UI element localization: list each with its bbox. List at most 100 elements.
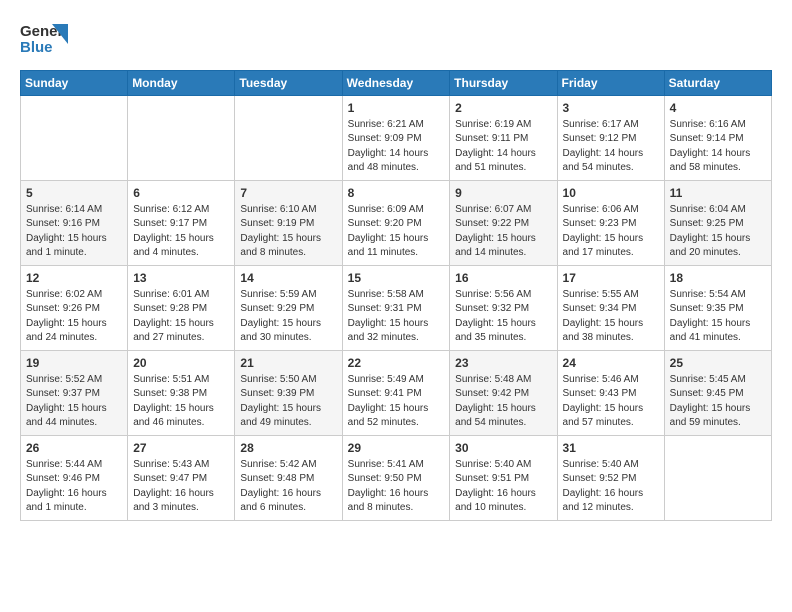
- calendar-cell: [128, 96, 235, 181]
- day-number: 24: [563, 355, 659, 372]
- day-number: 17: [563, 270, 659, 287]
- day-info: Sunrise: 5:43 AM Sunset: 9:47 PM Dayligh…: [133, 458, 229, 516]
- calendar-cell: 8Sunrise: 6:09 AM Sunset: 9:20 PM Daylig…: [342, 181, 450, 266]
- day-number: 25: [670, 355, 766, 372]
- day-number: 22: [348, 355, 445, 372]
- page: General Blue SundayMondayTuesdayWednesda…: [0, 0, 792, 531]
- day-number: 12: [26, 270, 122, 287]
- day-info: Sunrise: 6:21 AM Sunset: 9:09 PM Dayligh…: [348, 118, 445, 176]
- day-number: 20: [133, 355, 229, 372]
- calendar-cell: 20Sunrise: 5:51 AM Sunset: 9:38 PM Dayli…: [128, 351, 235, 436]
- calendar-cell: 23Sunrise: 5:48 AM Sunset: 9:42 PM Dayli…: [450, 351, 557, 436]
- calendar-cell: [664, 436, 771, 521]
- day-number: 7: [240, 185, 336, 202]
- day-info: Sunrise: 6:16 AM Sunset: 9:14 PM Dayligh…: [670, 118, 766, 176]
- day-number: 13: [133, 270, 229, 287]
- calendar: SundayMondayTuesdayWednesdayThursdayFrid…: [20, 70, 772, 521]
- day-info: Sunrise: 5:51 AM Sunset: 9:38 PM Dayligh…: [133, 373, 229, 431]
- calendar-cell: 25Sunrise: 5:45 AM Sunset: 9:45 PM Dayli…: [664, 351, 771, 436]
- calendar-cell: 26Sunrise: 5:44 AM Sunset: 9:46 PM Dayli…: [21, 436, 128, 521]
- day-number: 8: [348, 185, 445, 202]
- calendar-cell: 3Sunrise: 6:17 AM Sunset: 9:12 PM Daylig…: [557, 96, 664, 181]
- calendar-cell: 5Sunrise: 6:14 AM Sunset: 9:16 PM Daylig…: [21, 181, 128, 266]
- svg-text:Blue: Blue: [20, 39, 53, 56]
- day-info: Sunrise: 5:44 AM Sunset: 9:46 PM Dayligh…: [26, 458, 122, 516]
- day-number: 6: [133, 185, 229, 202]
- day-info: Sunrise: 6:04 AM Sunset: 9:25 PM Dayligh…: [670, 203, 766, 261]
- calendar-cell: [21, 96, 128, 181]
- calendar-week-3: 12Sunrise: 6:02 AM Sunset: 9:26 PM Dayli…: [21, 266, 772, 351]
- calendar-cell: 17Sunrise: 5:55 AM Sunset: 9:34 PM Dayli…: [557, 266, 664, 351]
- calendar-cell: 30Sunrise: 5:40 AM Sunset: 9:51 PM Dayli…: [450, 436, 557, 521]
- day-number: 15: [348, 270, 445, 287]
- day-info: Sunrise: 6:12 AM Sunset: 9:17 PM Dayligh…: [133, 203, 229, 261]
- calendar-cell: 22Sunrise: 5:49 AM Sunset: 9:41 PM Dayli…: [342, 351, 450, 436]
- day-info: Sunrise: 5:55 AM Sunset: 9:34 PM Dayligh…: [563, 288, 659, 346]
- col-header-sunday: Sunday: [21, 71, 128, 96]
- calendar-cell: 24Sunrise: 5:46 AM Sunset: 9:43 PM Dayli…: [557, 351, 664, 436]
- col-header-monday: Monday: [128, 71, 235, 96]
- calendar-cell: 10Sunrise: 6:06 AM Sunset: 9:23 PM Dayli…: [557, 181, 664, 266]
- day-info: Sunrise: 6:01 AM Sunset: 9:28 PM Dayligh…: [133, 288, 229, 346]
- day-number: 28: [240, 440, 336, 457]
- header: General Blue: [20, 16, 772, 58]
- calendar-cell: 13Sunrise: 6:01 AM Sunset: 9:28 PM Dayli…: [128, 266, 235, 351]
- day-info: Sunrise: 6:10 AM Sunset: 9:19 PM Dayligh…: [240, 203, 336, 261]
- day-info: Sunrise: 5:46 AM Sunset: 9:43 PM Dayligh…: [563, 373, 659, 431]
- calendar-cell: 2Sunrise: 6:19 AM Sunset: 9:11 PM Daylig…: [450, 96, 557, 181]
- day-number: 2: [455, 100, 551, 117]
- day-number: 29: [348, 440, 445, 457]
- day-info: Sunrise: 5:45 AM Sunset: 9:45 PM Dayligh…: [670, 373, 766, 431]
- day-info: Sunrise: 6:19 AM Sunset: 9:11 PM Dayligh…: [455, 118, 551, 176]
- calendar-cell: 28Sunrise: 5:42 AM Sunset: 9:48 PM Dayli…: [235, 436, 342, 521]
- day-info: Sunrise: 5:42 AM Sunset: 9:48 PM Dayligh…: [240, 458, 336, 516]
- calendar-cell: 4Sunrise: 6:16 AM Sunset: 9:14 PM Daylig…: [664, 96, 771, 181]
- day-number: 14: [240, 270, 336, 287]
- day-number: 31: [563, 440, 659, 457]
- col-header-friday: Friday: [557, 71, 664, 96]
- calendar-cell: 16Sunrise: 5:56 AM Sunset: 9:32 PM Dayli…: [450, 266, 557, 351]
- col-header-thursday: Thursday: [450, 71, 557, 96]
- col-header-tuesday: Tuesday: [235, 71, 342, 96]
- day-number: 26: [26, 440, 122, 457]
- calendar-week-2: 5Sunrise: 6:14 AM Sunset: 9:16 PM Daylig…: [21, 181, 772, 266]
- day-number: 30: [455, 440, 551, 457]
- logo-icon: General Blue: [20, 16, 68, 58]
- day-info: Sunrise: 5:41 AM Sunset: 9:50 PM Dayligh…: [348, 458, 445, 516]
- day-info: Sunrise: 6:07 AM Sunset: 9:22 PM Dayligh…: [455, 203, 551, 261]
- calendar-cell: 7Sunrise: 6:10 AM Sunset: 9:19 PM Daylig…: [235, 181, 342, 266]
- day-number: 4: [670, 100, 766, 117]
- day-info: Sunrise: 5:40 AM Sunset: 9:51 PM Dayligh…: [455, 458, 551, 516]
- calendar-cell: 9Sunrise: 6:07 AM Sunset: 9:22 PM Daylig…: [450, 181, 557, 266]
- day-number: 21: [240, 355, 336, 372]
- day-number: 3: [563, 100, 659, 117]
- day-number: 18: [670, 270, 766, 287]
- calendar-cell: 19Sunrise: 5:52 AM Sunset: 9:37 PM Dayli…: [21, 351, 128, 436]
- day-info: Sunrise: 5:50 AM Sunset: 9:39 PM Dayligh…: [240, 373, 336, 431]
- calendar-cell: [235, 96, 342, 181]
- day-info: Sunrise: 5:49 AM Sunset: 9:41 PM Dayligh…: [348, 373, 445, 431]
- calendar-week-4: 19Sunrise: 5:52 AM Sunset: 9:37 PM Dayli…: [21, 351, 772, 436]
- calendar-cell: 18Sunrise: 5:54 AM Sunset: 9:35 PM Dayli…: [664, 266, 771, 351]
- day-number: 16: [455, 270, 551, 287]
- day-number: 19: [26, 355, 122, 372]
- day-info: Sunrise: 6:02 AM Sunset: 9:26 PM Dayligh…: [26, 288, 122, 346]
- calendar-cell: 15Sunrise: 5:58 AM Sunset: 9:31 PM Dayli…: [342, 266, 450, 351]
- day-number: 23: [455, 355, 551, 372]
- day-number: 10: [563, 185, 659, 202]
- calendar-week-1: 1Sunrise: 6:21 AM Sunset: 9:09 PM Daylig…: [21, 96, 772, 181]
- col-header-saturday: Saturday: [664, 71, 771, 96]
- calendar-cell: 1Sunrise: 6:21 AM Sunset: 9:09 PM Daylig…: [342, 96, 450, 181]
- calendar-cell: 21Sunrise: 5:50 AM Sunset: 9:39 PM Dayli…: [235, 351, 342, 436]
- day-info: Sunrise: 5:54 AM Sunset: 9:35 PM Dayligh…: [670, 288, 766, 346]
- day-info: Sunrise: 6:14 AM Sunset: 9:16 PM Dayligh…: [26, 203, 122, 261]
- calendar-cell: 27Sunrise: 5:43 AM Sunset: 9:47 PM Dayli…: [128, 436, 235, 521]
- calendar-cell: 14Sunrise: 5:59 AM Sunset: 9:29 PM Dayli…: [235, 266, 342, 351]
- day-info: Sunrise: 5:56 AM Sunset: 9:32 PM Dayligh…: [455, 288, 551, 346]
- day-number: 5: [26, 185, 122, 202]
- day-info: Sunrise: 5:52 AM Sunset: 9:37 PM Dayligh…: [26, 373, 122, 431]
- calendar-week-5: 26Sunrise: 5:44 AM Sunset: 9:46 PM Dayli…: [21, 436, 772, 521]
- day-info: Sunrise: 6:06 AM Sunset: 9:23 PM Dayligh…: [563, 203, 659, 261]
- calendar-cell: 12Sunrise: 6:02 AM Sunset: 9:26 PM Dayli…: [21, 266, 128, 351]
- day-info: Sunrise: 5:59 AM Sunset: 9:29 PM Dayligh…: [240, 288, 336, 346]
